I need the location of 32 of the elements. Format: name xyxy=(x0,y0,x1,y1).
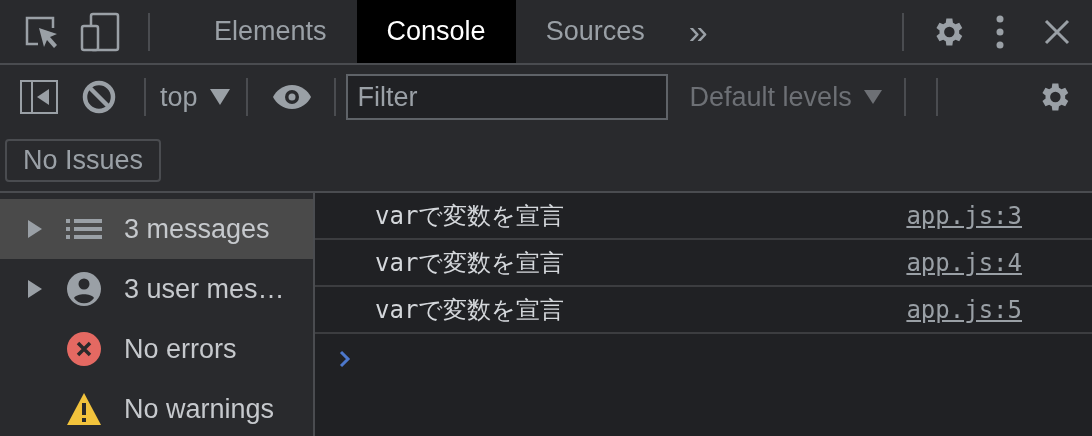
caret-icon xyxy=(863,90,882,104)
close-icon[interactable] xyxy=(1044,18,1070,45)
filter-field[interactable]: Filter xyxy=(345,74,668,120)
expand-arrow-icon[interactable] xyxy=(28,280,42,298)
more-tabs-button[interactable]: » xyxy=(674,0,722,63)
log-message: varで変数を宣言 xyxy=(375,247,566,279)
panel-tab[interactable]: Elements xyxy=(184,0,357,63)
source-link[interactable]: app.js:4 xyxy=(906,248,1022,277)
panel-tab[interactable]: Sources xyxy=(515,0,675,63)
caret-icon xyxy=(209,89,230,105)
context-select[interactable]: top xyxy=(156,81,234,113)
user-icon xyxy=(66,271,102,307)
sidebar-toggle-icon[interactable] xyxy=(20,80,58,114)
list-icon xyxy=(66,217,102,241)
panel-tab[interactable]: Console xyxy=(356,0,516,63)
sidebar-item[interactable]: 3 messages xyxy=(0,199,313,259)
sidebar-item[interactable]: No warnings xyxy=(0,379,313,436)
expand-arrow-icon[interactable] xyxy=(28,220,42,238)
source-link[interactable]: app.js:3 xyxy=(906,201,1022,230)
source-link[interactable]: app.js:5 xyxy=(906,295,1022,324)
warning-icon xyxy=(66,392,102,426)
eye-icon[interactable] xyxy=(271,84,312,110)
error-icon xyxy=(66,331,102,367)
log-message: varで変数を宣言 xyxy=(375,200,566,232)
sidebar-item[interactable]: No errors xyxy=(0,319,313,379)
prompt-chevron-icon xyxy=(339,350,351,368)
sidebar-item[interactable]: 3 user mes… xyxy=(0,259,313,319)
log-message: varで変数を宣言 xyxy=(375,294,566,326)
device-icon[interactable] xyxy=(80,11,120,52)
issues-button[interactable]: No Issues xyxy=(5,138,162,182)
more-options-icon[interactable] xyxy=(996,14,1004,49)
clear-icon[interactable] xyxy=(82,80,116,114)
